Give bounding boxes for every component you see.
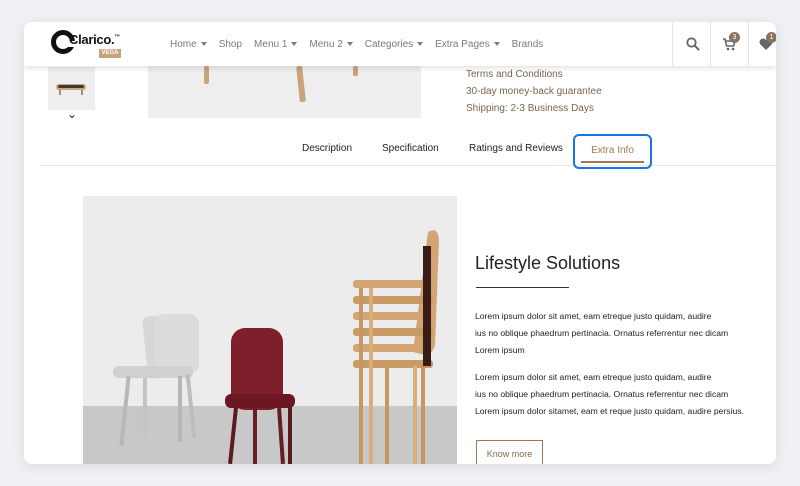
guarantee-text: 30-day money-back guarantee bbox=[466, 86, 602, 97]
section-title: Lifestyle Solutions bbox=[475, 253, 621, 273]
title-underline bbox=[476, 287, 569, 288]
wishlist-count-badge: 1 bbox=[766, 32, 776, 43]
tab-extra-info-label: Extra Info bbox=[591, 145, 634, 156]
nav-brands[interactable]: Brands bbox=[512, 39, 544, 50]
active-tab-underline bbox=[581, 161, 644, 163]
caret-down-icon bbox=[417, 42, 424, 46]
lifestyle-image bbox=[83, 196, 457, 464]
site-header: Clarico.™ VEGA Home Shop Menu 1 Menu 2 C… bbox=[24, 22, 776, 66]
nav-menu-1[interactable]: Menu 1 bbox=[254, 39, 298, 50]
know-more-button[interactable]: Know more bbox=[476, 440, 543, 464]
caret-down-icon bbox=[200, 42, 207, 46]
clarico-logo[interactable]: Clarico.™ VEGA bbox=[51, 28, 131, 62]
tab-description[interactable]: Description bbox=[302, 143, 352, 154]
nav-shop[interactable]: Shop bbox=[219, 39, 242, 50]
tab-ratings-reviews[interactable]: Ratings and Reviews bbox=[469, 143, 563, 154]
caret-down-icon bbox=[346, 42, 353, 46]
caret-down-icon bbox=[291, 42, 298, 46]
chair-thumbnail-image bbox=[56, 84, 86, 95]
product-main-image bbox=[148, 66, 421, 118]
main-nav: Home Shop Menu 1 Menu 2 Categories Extra… bbox=[170, 22, 555, 66]
tab-extra-info[interactable]: Extra Info bbox=[573, 134, 652, 169]
nav-menu-2[interactable]: Menu 2 bbox=[309, 39, 353, 50]
paragraph-2: Lorem ipsum dolor sit amet, eam etreque … bbox=[475, 372, 744, 416]
heart-icon[interactable]: 1 bbox=[758, 32, 776, 52]
thumbnail-next-arrow-icon[interactable]: ⌄ bbox=[65, 108, 79, 120]
header-divider bbox=[748, 22, 749, 66]
cart-icon[interactable]: 3 bbox=[722, 32, 740, 52]
terms-link[interactable]: Terms and Conditions bbox=[466, 69, 563, 80]
tab-specification[interactable]: Specification bbox=[382, 143, 439, 154]
product-thumbnail[interactable] bbox=[48, 67, 95, 110]
paragraph-1: Lorem ipsum dolor sit amet, eam etreque … bbox=[475, 311, 729, 355]
browser-viewport: ⌄ Terms and Conditions 30-day money-back… bbox=[24, 22, 776, 464]
search-icon[interactable] bbox=[685, 36, 701, 52]
nav-home[interactable]: Home bbox=[170, 39, 207, 50]
header-divider bbox=[672, 22, 673, 66]
cart-count-badge: 3 bbox=[729, 32, 740, 43]
logo-tag: VEGA bbox=[99, 49, 121, 58]
nav-extra-pages[interactable]: Extra Pages bbox=[435, 39, 500, 50]
tabs-divider bbox=[40, 165, 776, 166]
nav-categories[interactable]: Categories bbox=[365, 39, 424, 50]
caret-down-icon bbox=[493, 42, 500, 46]
header-divider bbox=[710, 22, 711, 66]
shipping-text: Shipping: 2-3 Business Days bbox=[466, 103, 594, 114]
